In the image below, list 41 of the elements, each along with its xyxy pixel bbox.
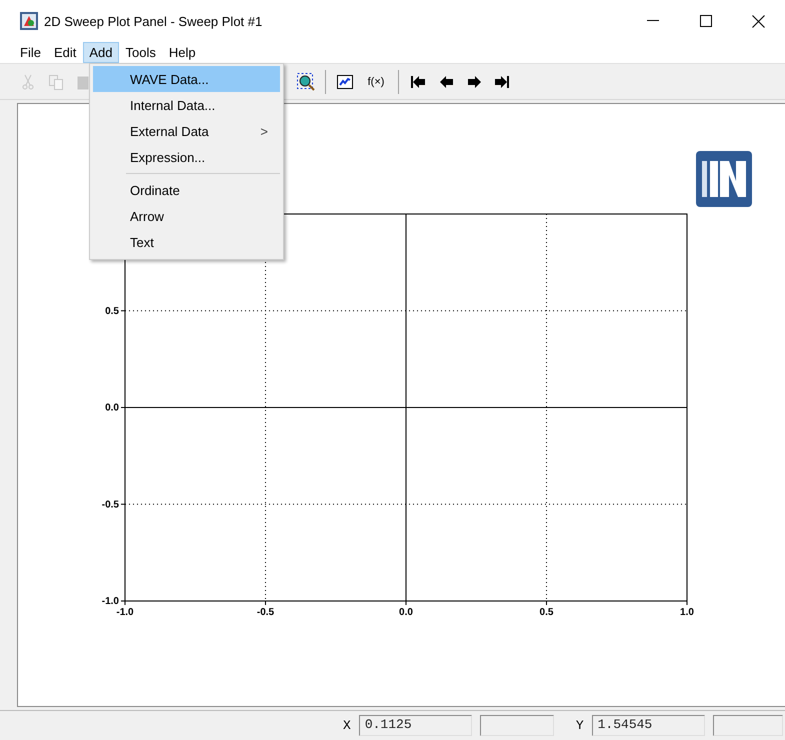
submenu-arrow: > bbox=[260, 124, 268, 139]
line-chart-icon bbox=[337, 74, 353, 89]
copy-icon bbox=[48, 74, 64, 90]
tick-label: -0.5 bbox=[256, 607, 274, 618]
skip-start-icon bbox=[411, 76, 425, 88]
window-title: 2D Sweep Plot Panel - Sweep Plot #1 bbox=[44, 14, 262, 28]
y-value-field: 1.54545 bbox=[592, 715, 705, 736]
menu-item[interactable]: Edit bbox=[48, 42, 82, 64]
tick-label: 1.0 bbox=[680, 607, 694, 618]
menu-item[interactable]: Add bbox=[83, 42, 118, 64]
logo-icon bbox=[696, 151, 752, 208]
skip-end-icon bbox=[495, 76, 509, 88]
magnifier-icon bbox=[296, 72, 316, 92]
tick-label: -1.0 bbox=[116, 607, 134, 618]
close-icon bbox=[752, 14, 765, 28]
menu-item[interactable]: Help bbox=[162, 42, 202, 64]
menu-item[interactable]: WAVE Data... bbox=[93, 66, 280, 92]
menu-item[interactable]: Expression... bbox=[93, 144, 280, 170]
maximize-icon bbox=[700, 15, 712, 27]
arrow-left-icon bbox=[440, 76, 452, 88]
arrow-right-icon bbox=[468, 76, 480, 88]
tick-label: -1.0 bbox=[102, 596, 119, 608]
cut-icon bbox=[22, 74, 34, 90]
menu-item[interactable]: Ordinate bbox=[93, 177, 280, 204]
tick-label: 0.0 bbox=[399, 607, 413, 618]
tick-label: 0.5 bbox=[105, 306, 119, 317]
function-button[interactable]: f(×) bbox=[361, 68, 391, 95]
x-value-field: 0.1125 bbox=[358, 715, 472, 736]
y-label: Y bbox=[576, 718, 584, 733]
tick-label: 0.0 bbox=[105, 402, 119, 414]
x-label: X bbox=[343, 718, 351, 733]
tick-label: -0.5 bbox=[102, 499, 119, 510]
menu-item[interactable]: External Data > bbox=[93, 118, 280, 144]
menu-item[interactable]: File bbox=[14, 42, 47, 64]
tick-label: 0.5 bbox=[540, 607, 554, 618]
menu-item[interactable]: Text bbox=[93, 229, 280, 256]
app-icon bbox=[20, 12, 38, 30]
menu-item[interactable]: Internal Data... bbox=[93, 92, 280, 118]
menu-item[interactable]: Tools bbox=[120, 42, 162, 64]
minimize-icon bbox=[646, 20, 658, 22]
menu-item[interactable]: Arrow bbox=[93, 203, 280, 230]
